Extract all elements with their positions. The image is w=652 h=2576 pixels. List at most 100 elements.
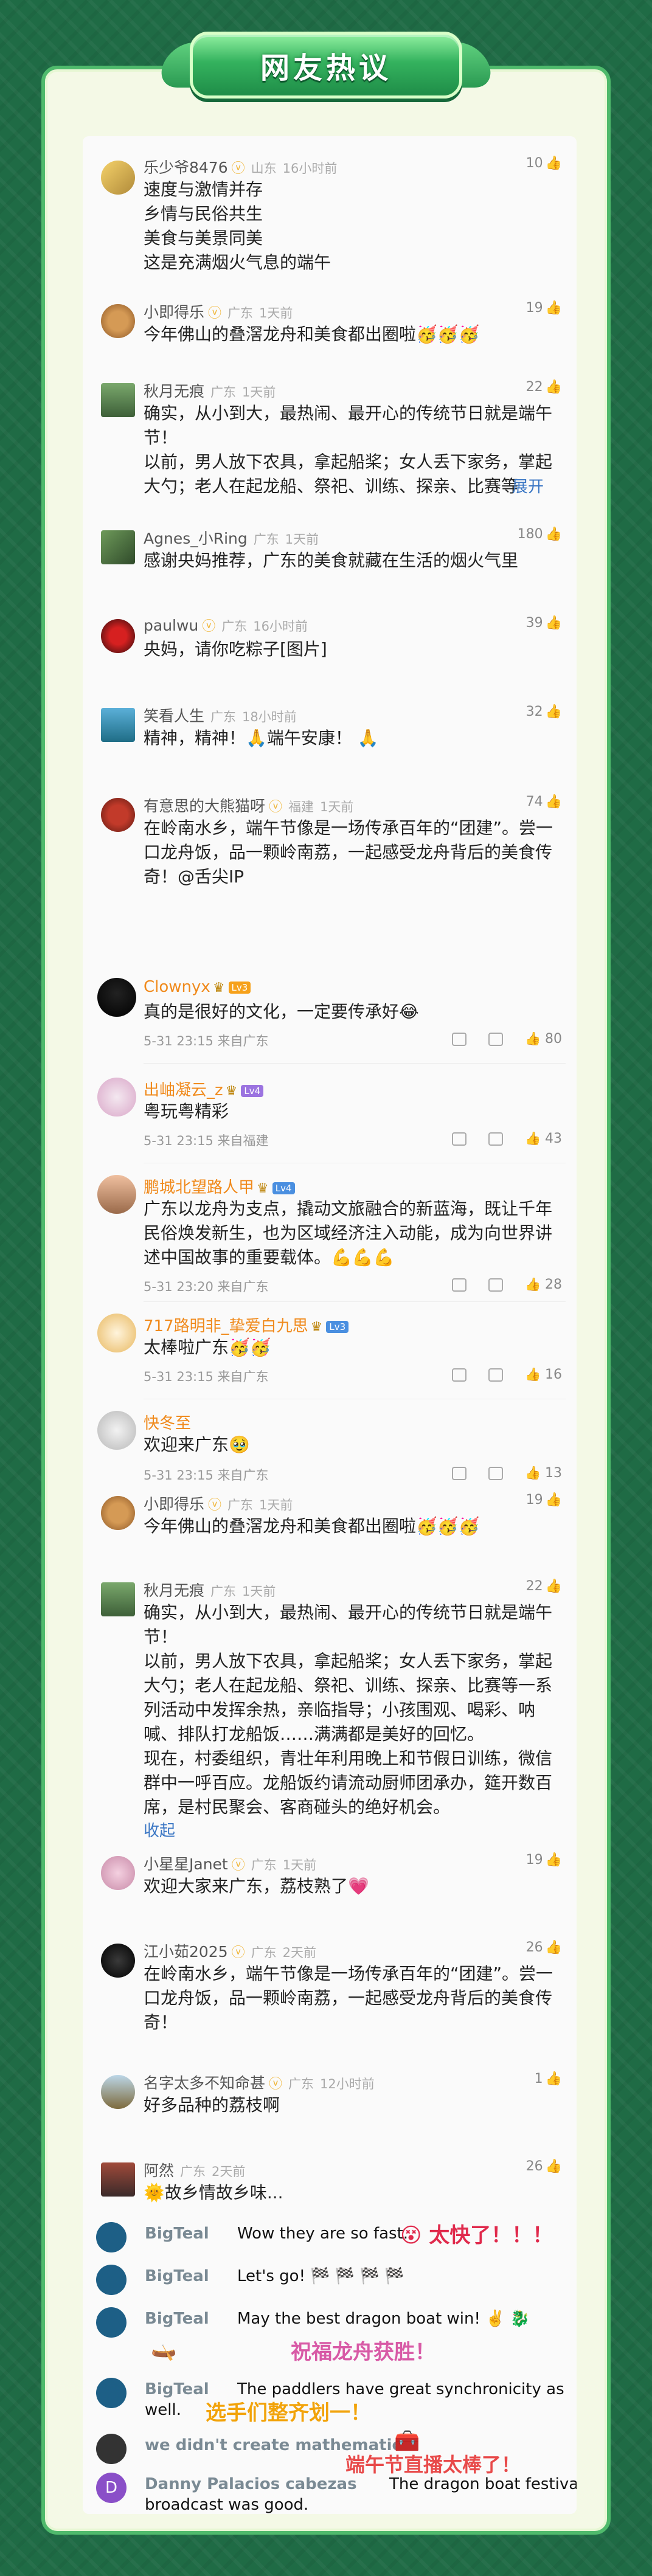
- avatar[interactable]: [101, 798, 135, 832]
- comment-user[interactable]: paulwu ⓥ 广东 16小时前: [144, 615, 308, 635]
- share-icon[interactable]: [452, 1368, 467, 1382]
- weibo-text: 欢迎来广东🥹: [144, 1433, 250, 1457]
- avatar[interactable]: [101, 1856, 135, 1890]
- avatar[interactable]: [101, 2075, 135, 2109]
- comment-user[interactable]: 小星星Janet ⓥ 广东 1天前: [144, 1852, 316, 1874]
- like-button[interactable]: 180 👍: [518, 527, 562, 542]
- username[interactable]: paulwu: [144, 617, 198, 634]
- comment-item: 名字太多不知命甚 ⓥ 广东 12小时前 1 👍 好多品种的荔枝啊: [83, 2058, 577, 2131]
- like-button[interactable]: 74 👍: [526, 794, 562, 809]
- like-button[interactable]: 39 👍: [526, 615, 562, 631]
- username[interactable]: 名字太多不知命甚: [144, 2074, 265, 2092]
- like-button[interactable]: 👍 16: [525, 1367, 562, 1382]
- chat-text: May the best dragon boat win! ✌️ 🐉: [237, 2310, 530, 2328]
- avatar[interactable]: [96, 2378, 127, 2408]
- share-icon[interactable]: [452, 1032, 467, 1046]
- like-button[interactable]: 26 👍: [526, 2159, 562, 2174]
- avatar[interactable]: [101, 304, 135, 338]
- chat-text: Let's go! 🏁 🏁 🏁 🏁: [237, 2267, 404, 2285]
- username[interactable]: 秋月无痕: [144, 1582, 204, 1599]
- username[interactable]: 小星星Janet: [144, 1855, 228, 1873]
- chat-username[interactable]: BigTeal: [145, 2267, 209, 2285]
- collapse-button[interactable]: 收起: [144, 1818, 175, 1841]
- comment-user[interactable]: 乐少爷8476 ⓥ 山东 16小时前: [144, 156, 337, 178]
- username[interactable]: 有意思的大熊猫呀: [144, 797, 265, 815]
- comment-user[interactable]: 江小茹2025 ⓥ 广东 2天前: [144, 1940, 316, 1962]
- share-icon[interactable]: [452, 1466, 467, 1480]
- username[interactable]: 鹏城北望路人甲: [144, 1179, 254, 1197]
- avatar[interactable]: [97, 1078, 136, 1117]
- username[interactable]: 出岫凝云_z: [144, 1081, 223, 1099]
- avatar[interactable]: [101, 2162, 135, 2197]
- avatar[interactable]: [101, 1944, 135, 1978]
- comment-user[interactable]: 小即得乐 ⓥ 广东 1天前: [144, 1492, 293, 1514]
- share-icon[interactable]: [452, 1132, 467, 1146]
- avatar[interactable]: [101, 708, 135, 742]
- weibo-item: 717路明非_挚爱白九思 ♛ Lv3 太棒啦广东🥳🥳 5-31 23:15 来自广东…: [83, 1305, 577, 1396]
- avatar[interactable]: [101, 383, 135, 417]
- chat-username[interactable]: BigTeal: [145, 2380, 209, 2398]
- avatar[interactable]: [101, 1496, 135, 1530]
- avatar[interactable]: [97, 1411, 136, 1450]
- avatar[interactable]: [101, 1582, 135, 1616]
- avatar[interactable]: [101, 619, 135, 653]
- username[interactable]: Agnes_小Ring: [144, 530, 248, 547]
- comment-icon[interactable]: [488, 1032, 504, 1046]
- like-button[interactable]: 22 👍: [526, 1579, 562, 1594]
- expand-button[interactable]: 展开: [512, 474, 544, 497]
- avatar[interactable]: [97, 1175, 136, 1214]
- chat-username[interactable]: BigTeal: [145, 2225, 209, 2243]
- username[interactable]: 秋月无痕: [144, 383, 204, 400]
- comment-icon[interactable]: [488, 1368, 504, 1382]
- username[interactable]: 阿然: [144, 2162, 174, 2180]
- chat-username[interactable]: Danny Palacios cabezas: [145, 2475, 357, 2493]
- weibo-user[interactable]: 出岫凝云_z ♛ Lv4: [144, 1078, 264, 1100]
- avatar[interactable]: [101, 530, 135, 564]
- like-button[interactable]: 19 👍: [526, 1852, 562, 1868]
- username[interactable]: 小即得乐: [144, 303, 204, 321]
- avatar[interactable]: [96, 2307, 127, 2338]
- comment-line: 精神，精神！🙏端午安康！ 🙏: [144, 728, 379, 748]
- comment-user[interactable]: Agnes_小Ring 广东 1天前: [144, 527, 319, 549]
- username[interactable]: 笑看人生: [144, 707, 204, 725]
- comment-user[interactable]: 小即得乐 ⓥ 广东 1天前: [144, 300, 293, 322]
- chat-username[interactable]: BigTeal: [145, 2310, 209, 2328]
- comment-user[interactable]: 秋月无痕 广东 1天前: [144, 379, 276, 401]
- avatar[interactable]: [97, 978, 136, 1017]
- weibo-user[interactable]: 717路明非_挚爱白九思 ♛ Lv3: [144, 1314, 349, 1336]
- avatar[interactable]: [97, 1314, 136, 1352]
- avatar[interactable]: [96, 2434, 127, 2464]
- avatar[interactable]: D: [96, 2473, 127, 2503]
- comment-icon[interactable]: [488, 1132, 504, 1146]
- like-button[interactable]: 1 👍: [535, 2071, 562, 2086]
- username[interactable]: 江小茹2025: [144, 1943, 228, 1961]
- weibo-user[interactable]: Clownyx ♛ Lv3: [144, 978, 251, 996]
- like-button[interactable]: 👍 28: [525, 1277, 562, 1292]
- avatar[interactable]: [96, 2265, 127, 2295]
- comment-user[interactable]: 名字太多不知命甚 ⓥ 广东 12小时前: [144, 2071, 375, 2093]
- like-button[interactable]: 22 👍: [526, 379, 562, 395]
- avatar[interactable]: [96, 2222, 127, 2252]
- username[interactable]: 小即得乐: [144, 1495, 204, 1513]
- username[interactable]: 717路明非_挚爱白九思: [144, 1317, 308, 1335]
- like-button[interactable]: 26 👍: [526, 1940, 562, 1955]
- username[interactable]: 乐少爷8476: [144, 159, 228, 176]
- username[interactable]: Clownyx: [144, 978, 210, 996]
- avatar[interactable]: [101, 161, 135, 195]
- like-button[interactable]: 19 👍: [526, 300, 562, 316]
- comment-user[interactable]: 笑看人生 广东 18小时前: [144, 704, 297, 726]
- comment-user[interactable]: 有意思的大熊猫呀 ⓥ 福建 1天前: [144, 794, 353, 816]
- comment-icon[interactable]: [488, 1466, 504, 1480]
- share-icon[interactable]: [452, 1278, 467, 1292]
- like-button[interactable]: 19 👍: [526, 1492, 562, 1508]
- like-button[interactable]: 👍 43: [525, 1131, 562, 1146]
- comment-user[interactable]: 秋月无痕 广东 1天前: [144, 1579, 276, 1601]
- weibo-user[interactable]: 快冬至: [144, 1411, 191, 1433]
- like-button[interactable]: 👍 80: [525, 1031, 562, 1047]
- username[interactable]: 快冬至: [144, 1414, 191, 1433]
- like-button[interactable]: 32 👍: [526, 704, 562, 719]
- comment-icon[interactable]: [488, 1278, 504, 1292]
- comment-user[interactable]: 阿然 广东 2天前: [144, 2159, 245, 2181]
- weibo-user[interactable]: 鹏城北望路人甲 ♛ Lv4: [144, 1175, 295, 1197]
- like-button[interactable]: 10 👍: [526, 156, 562, 171]
